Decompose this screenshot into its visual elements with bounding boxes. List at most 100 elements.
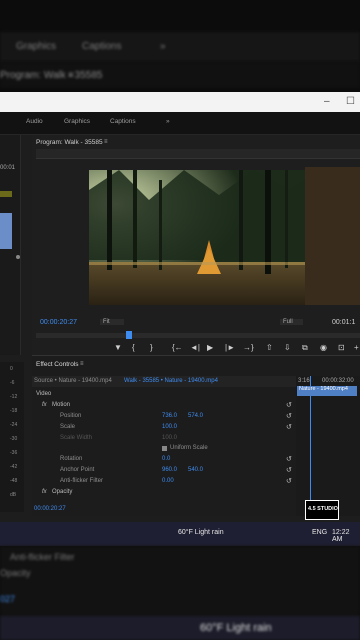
mini-playhead[interactable]: [310, 376, 311, 516]
workspace-tab-captions[interactable]: Captions: [110, 118, 136, 125]
position-x-value[interactable]: 736.0: [162, 413, 177, 419]
bg-program-title: Program: Walk - 35585: [0, 70, 103, 81]
video-section-label: Video: [36, 391, 52, 397]
window-title-bar: – ☐: [0, 92, 360, 112]
meter-tick: -18: [10, 408, 18, 414]
scale-value[interactable]: 100.0: [162, 424, 177, 430]
opacity-label[interactable]: Opacity: [52, 489, 72, 495]
reset-icon[interactable]: ↺: [286, 466, 292, 474]
anchor-x-value[interactable]: 960.0: [162, 467, 177, 473]
position-label: Position: [60, 413, 82, 419]
sequence-label[interactable]: Walk - 35585 • Nature - 19400.mp4: [124, 378, 218, 384]
opacity-fx-icon[interactable]: fx: [42, 489, 47, 495]
source-label[interactable]: Source • Nature - 19400.mp4: [34, 378, 112, 384]
add-marker-button[interactable]: ▼: [114, 343, 122, 352]
reset-icon[interactable]: ↺: [286, 455, 292, 463]
monitor-timeline-bar[interactable]: [36, 333, 360, 338]
effects-clip[interactable]: Nature - 19400.mp4: [297, 386, 357, 396]
background-program-title: Program: Walk - 35585 ≡: [0, 62, 360, 88]
bg-anti-flicker: Anti-flicker Filter: [10, 552, 75, 562]
language-indicator[interactable]: ENG: [312, 529, 327, 536]
mini-tl-start: 3:16: [298, 378, 310, 384]
step-forward-button[interactable]: |►: [225, 343, 235, 352]
reset-icon[interactable]: ↺: [286, 477, 292, 485]
camera-icon[interactable]: ◉: [320, 343, 327, 352]
meter-tick: 0: [10, 366, 13, 372]
effect-controls-panel: Effect Controls ≡ Source • Nature - 1940…: [32, 355, 360, 516]
effect-controls-tab[interactable]: Effect Controls: [36, 361, 79, 368]
meter-tick: -30: [10, 436, 18, 442]
workspace-more-icon[interactable]: »: [166, 118, 170, 125]
scroll-handle[interactable]: [16, 255, 20, 259]
minimize-button[interactable]: –: [324, 96, 330, 107]
uniform-scale-checkbox[interactable]: [162, 446, 167, 451]
forest-scene: [89, 170, 305, 305]
reset-icon[interactable]: ↺: [286, 401, 292, 409]
mini-tl-end: 00:00:32:00: [322, 378, 354, 384]
add-button[interactable]: +: [354, 343, 359, 352]
bg-opacity: Opacity: [0, 568, 31, 578]
video-overflow-frame: [305, 167, 360, 305]
source-clip-marker: [0, 191, 12, 197]
effect-controls-menu-icon[interactable]: ≡: [80, 361, 84, 367]
weather-widget[interactable]: 60°F Light rain: [178, 529, 224, 536]
bg-menu-icon: ≡: [68, 70, 74, 81]
source-timecode: 00:01: [0, 165, 16, 171]
audio-meter: 0 -6 -12 -18 -24 -30 -36 -42 -48 dB: [0, 362, 24, 512]
rotation-value[interactable]: 0.0: [162, 456, 170, 462]
program-monitor: Program: Walk - 35585 ≡ 00:00:20:27 Fit …: [32, 135, 360, 355]
reset-icon[interactable]: ↺: [286, 412, 292, 420]
reset-icon[interactable]: ↺: [286, 423, 292, 431]
bg-tab-captions: Captions: [82, 41, 122, 52]
monitor-playhead[interactable]: [126, 331, 132, 339]
scale-label: Scale: [60, 424, 76, 430]
go-to-in-button[interactable]: {←: [172, 343, 183, 352]
export-frame-button[interactable]: ⧉: [302, 343, 308, 353]
compare-view-button[interactable]: ⊡: [338, 343, 345, 352]
maximize-button[interactable]: ☐: [346, 96, 355, 107]
meter-tick: -42: [10, 464, 18, 470]
video-frame: [89, 170, 305, 305]
clip-name: Nature - 19400.mp4: [299, 386, 348, 392]
go-to-out-button[interactable]: →}: [243, 343, 254, 352]
duration-timecode: 00:01:1: [332, 319, 356, 326]
workspace-tab-graphics[interactable]: Graphics: [64, 118, 90, 125]
play-button[interactable]: ▶: [207, 343, 213, 352]
resolution-select[interactable]: Full: [280, 319, 303, 325]
background-workspace-tabs: Graphics Captions »: [0, 32, 360, 62]
fx-icon[interactable]: fx: [42, 402, 47, 408]
bg-tab-graphics: Graphics: [16, 41, 57, 52]
scale-width-value: 100.0: [162, 435, 178, 441]
lift-button[interactable]: ⇧: [266, 343, 273, 352]
source-panel: 00:01: [0, 135, 21, 355]
playhead-timecode[interactable]: 00:00:20:27: [40, 319, 77, 326]
mark-out-button[interactable]: }: [150, 343, 153, 352]
program-menu-icon[interactable]: ≡: [104, 139, 108, 145]
anti-flicker-value[interactable]: 0.00: [162, 478, 174, 484]
extract-button[interactable]: ⇩: [284, 343, 291, 352]
motion-label[interactable]: Motion: [52, 402, 70, 408]
bg-timecode: 027: [0, 594, 16, 604]
effects-timecode[interactable]: 00:00:20:27: [34, 506, 66, 512]
anchor-point-label: Anchor Point: [60, 467, 95, 473]
mark-in-button[interactable]: {: [132, 343, 135, 352]
program-monitor-title: Program: Walk - 35585: [36, 139, 103, 146]
clock[interactable]: 12:22 AM: [332, 529, 360, 543]
zoom-select[interactable]: Fit: [100, 319, 124, 325]
rotation-label: Rotation: [60, 456, 83, 462]
meter-tick: -48: [10, 478, 18, 484]
workspace-tab-audio[interactable]: Audio: [26, 118, 43, 125]
meter-tick: -12: [10, 394, 18, 400]
meter-tick: -36: [10, 450, 18, 456]
bg-weather: 60°F Light rain: [200, 622, 272, 634]
bg-more-icon: »: [160, 41, 166, 52]
windows-taskbar: 60°F Light rain ENG 12:22 AM: [0, 522, 360, 546]
effects-mini-timeline: 3:16 00:00:32:00: [296, 376, 360, 516]
anchor-y-value[interactable]: 540.0: [188, 467, 203, 473]
studio-logo: 4.5 STUDIO: [305, 500, 339, 520]
position-y-value[interactable]: 574.0: [188, 413, 203, 419]
step-back-button[interactable]: ◄|: [190, 343, 200, 352]
anti-flicker-label: Anti-flicker Filter: [60, 478, 104, 484]
studio-logo-text: 4.5 STUDIO: [308, 506, 338, 512]
workspace-bar: Audio Graphics Captions »: [0, 112, 360, 135]
